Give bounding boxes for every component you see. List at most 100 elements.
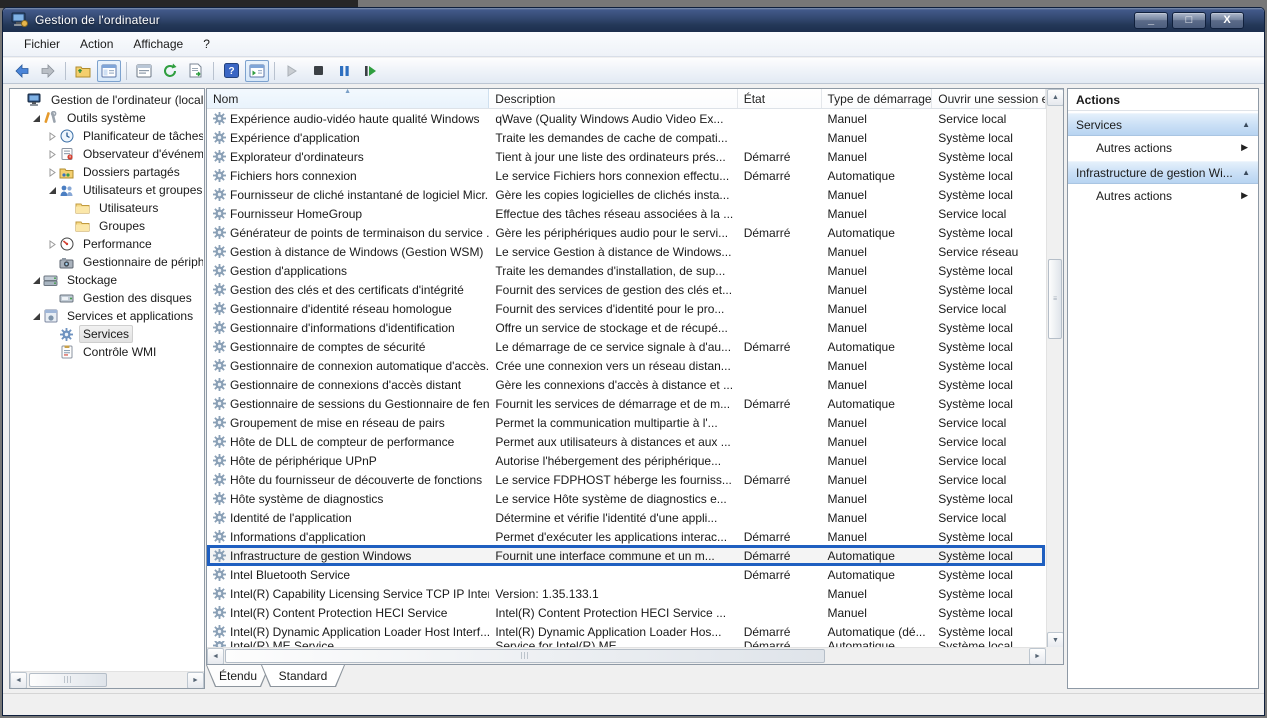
tree-hscroll-thumb[interactable]: ||| [29, 673, 107, 687]
collapse-chevron-icon[interactable]: ▲ [1242, 168, 1250, 177]
expand-icon[interactable] [46, 238, 58, 250]
table-row[interactable]: Intel(R) Content Protection HECI Service… [207, 603, 1046, 622]
table-row[interactable]: Hôte de DLL de compteur de performancePe… [207, 432, 1046, 451]
storage-icon [42, 273, 59, 288]
table-row[interactable]: Gestionnaire d'informations d'identifica… [207, 318, 1046, 337]
column-header-typededémarrage[interactable]: Type de démarrage [822, 89, 933, 108]
tree-horizontal-scrollbar[interactable]: ◄ ||| ► [10, 671, 204, 688]
list-vscroll-thumb[interactable]: ≡ [1048, 259, 1062, 339]
parent-folder-button[interactable] [71, 60, 95, 82]
list-horizontal-scrollbar[interactable]: ◄ ||| ► [207, 647, 1046, 664]
scroll-left-icon[interactable]: ◄ [207, 648, 224, 665]
back-button[interactable] [10, 60, 34, 82]
menu-item-?[interactable]: ? [194, 34, 219, 54]
tree-item-services[interactable]: Services [12, 325, 203, 343]
table-row[interactable]: Fournisseur HomeGroupEffectue des tâches… [207, 204, 1046, 223]
action-section-header[interactable]: Services▲ [1068, 113, 1258, 136]
titlebar[interactable]: Gestion de l'ordinateur _ □ X [3, 8, 1264, 32]
minimize-button[interactable]: _ [1134, 12, 1168, 29]
expand-icon[interactable] [46, 166, 58, 178]
column-header-ouvrirunesessione[interactable]: Ouvrir une session e [932, 89, 1046, 108]
help-button[interactable]: ? [219, 60, 243, 82]
collapse-icon[interactable] [30, 274, 42, 286]
refresh-button[interactable] [158, 60, 182, 82]
column-header-nom[interactable]: ▲Nom [207, 89, 489, 108]
action-section-header[interactable]: Infrastructure de gestion Wi...▲ [1068, 161, 1258, 184]
start-service-button[interactable] [280, 60, 304, 82]
tree-item-shared-folders[interactable]: Dossiers partagés [12, 163, 203, 181]
list-hscroll-thumb[interactable]: ||| [225, 649, 825, 663]
table-row[interactable]: Gestionnaire de comptes de sécuritéLe dé… [207, 337, 1046, 356]
tree-item-folder[interactable]: Utilisateurs [12, 199, 203, 217]
menu-item-affichage[interactable]: Affichage [124, 34, 192, 54]
scroll-right-icon[interactable]: ► [187, 672, 204, 689]
table-row[interactable]: Hôte système de diagnosticsLe service Hô… [207, 489, 1046, 508]
restart-service-button[interactable] [358, 60, 382, 82]
table-row[interactable]: Intel Bluetooth ServiceDémarréAutomatiqu… [207, 565, 1046, 584]
tree-item-services-apps[interactable]: Services et applications [12, 307, 203, 325]
collapse-icon[interactable] [30, 112, 42, 124]
table-row[interactable]: Gestionnaire de sessions du Gestionnaire… [207, 394, 1046, 413]
table-row[interactable]: Expérience d'applicationTraite les deman… [207, 128, 1046, 147]
service-startup-type-cell: Automatique [822, 226, 933, 240]
export-list-button[interactable] [184, 60, 208, 82]
collapse-icon[interactable] [30, 310, 42, 322]
collapse-icon[interactable] [46, 184, 58, 196]
table-row[interactable]: Gestion d'applicationsTraite les demande… [207, 261, 1046, 280]
tree-item-device-manager[interactable]: Gestionnaire de périphé [12, 253, 203, 271]
table-row[interactable]: Intel(R) Capability Licensing Service TC… [207, 584, 1046, 603]
menu-item-action[interactable]: Action [71, 34, 122, 54]
table-row[interactable]: Gestionnaire de connexions d'accès dista… [207, 375, 1046, 394]
tree-item-disk-management[interactable]: Gestion des disques [12, 289, 203, 307]
table-row[interactable]: Hôte du fournisseur de découverte de fon… [207, 470, 1046, 489]
tree-item-storage[interactable]: Stockage [12, 271, 203, 289]
table-row[interactable]: Expérience audio-vidéo haute qualité Win… [207, 109, 1046, 128]
maximize-button[interactable]: □ [1172, 12, 1206, 29]
tree-item-task-scheduler[interactable]: Planificateur de tâches [12, 127, 203, 145]
close-button[interactable]: X [1210, 12, 1244, 29]
table-row[interactable]: Infrastructure de gestion WindowsFournit… [207, 546, 1046, 565]
pause-service-button[interactable] [332, 60, 356, 82]
column-header-état[interactable]: État [738, 89, 822, 108]
table-row[interactable]: Gestionnaire de connexion automatique d'… [207, 356, 1046, 375]
console-tree-button[interactable] [97, 60, 121, 82]
properties-button[interactable] [132, 60, 156, 82]
table-row[interactable]: Groupement de mise en réseau de pairsPer… [207, 413, 1046, 432]
table-row[interactable]: Identité de l'applicationDétermine et vé… [207, 508, 1046, 527]
tree-item-performance[interactable]: Performance [12, 235, 203, 253]
service-gear-icon [213, 226, 226, 239]
action-item[interactable]: Autres actions▶ [1068, 184, 1258, 207]
service-name-cell: Gestionnaire de connexions d'accès dista… [207, 378, 489, 392]
scroll-left-icon[interactable]: ◄ [10, 672, 27, 689]
tree-item-computer[interactable]: Gestion de l'ordinateur (local) [12, 91, 203, 109]
scroll-right-icon[interactable]: ► [1029, 648, 1046, 665]
column-header-description[interactable]: Description [489, 89, 737, 108]
table-row[interactable]: Générateur de points de terminaison du s… [207, 223, 1046, 242]
users-groups-icon [58, 183, 75, 198]
table-row[interactable]: Intel(R) Dynamic Application Loader Host… [207, 622, 1046, 641]
tree-item-folder[interactable]: Groupes [12, 217, 203, 235]
table-row[interactable]: Informations d'applicationPermet d'exécu… [207, 527, 1046, 546]
stop-service-button[interactable] [306, 60, 330, 82]
table-row[interactable]: Fichiers hors connexionLe service Fichie… [207, 166, 1046, 185]
menu-item-fichier[interactable]: Fichier [15, 34, 69, 54]
tab-standard[interactable]: Standard [261, 665, 345, 687]
expand-icon[interactable] [46, 148, 58, 160]
expand-icon[interactable] [46, 130, 58, 142]
tree-item-wmi[interactable]: Contrôle WMI [12, 343, 203, 361]
tree-item-event-viewer[interactable]: Observateur d'événeme [12, 145, 203, 163]
table-row[interactable]: Fournisseur de cliché instantané de logi… [207, 185, 1046, 204]
table-row[interactable]: Gestionnaire d'identité réseau homologue… [207, 299, 1046, 318]
list-vertical-scrollbar[interactable]: ▲ ≡ ▼ [1046, 89, 1063, 649]
collapse-chevron-icon[interactable]: ▲ [1242, 120, 1250, 129]
tree-item-users-groups[interactable]: Utilisateurs et groupes l [12, 181, 203, 199]
scroll-up-icon[interactable]: ▲ [1047, 89, 1064, 106]
table-row[interactable]: Explorateur d'ordinateursTient à jour un… [207, 147, 1046, 166]
table-row[interactable]: Gestion des clés et des certificats d'in… [207, 280, 1046, 299]
table-row[interactable]: Hôte de périphérique UPnPAutorise l'hébe… [207, 451, 1046, 470]
action-pane-button[interactable] [245, 60, 269, 82]
tree-item-tools[interactable]: Outils système [12, 109, 203, 127]
forward-button[interactable] [36, 60, 60, 82]
table-row[interactable]: Gestion à distance de Windows (Gestion W… [207, 242, 1046, 261]
action-item[interactable]: Autres actions▶ [1068, 136, 1258, 159]
